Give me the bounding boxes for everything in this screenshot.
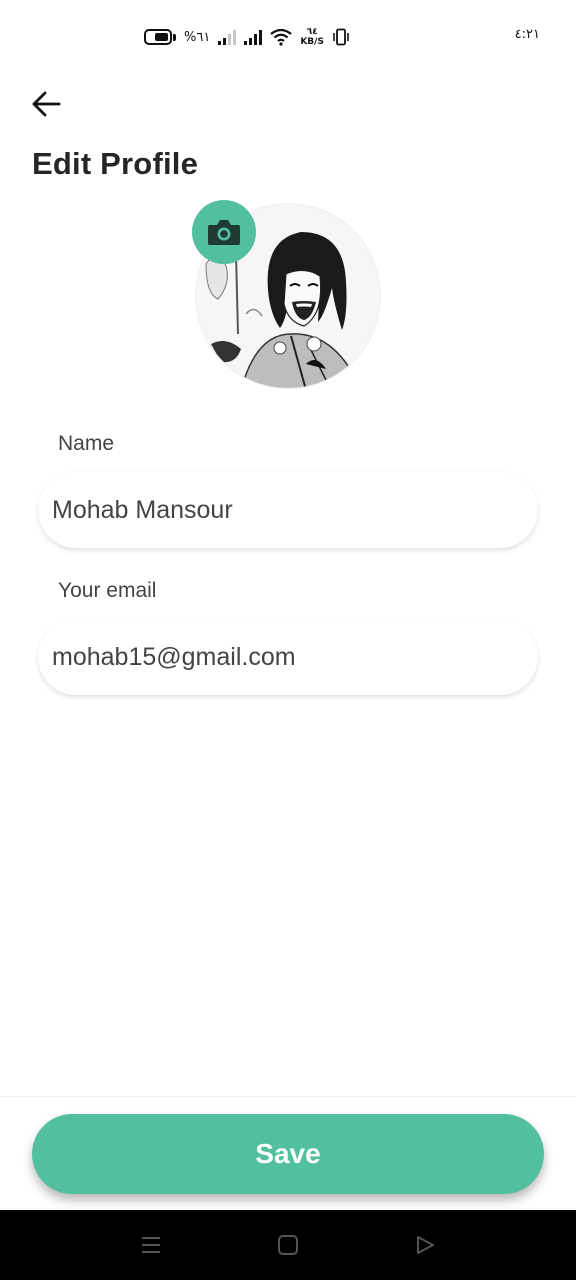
- status-time: ٤:٢١: [514, 27, 540, 42]
- menu-icon: [142, 1237, 160, 1253]
- home-nav-button[interactable]: [275, 1232, 301, 1258]
- vibrate-icon: [333, 28, 349, 46]
- status-icons: %٦١ ٦٤ KB/S: [144, 24, 350, 50]
- network-speed-unit: KB/S: [300, 37, 324, 47]
- status-bar: %٦١ ٦٤ KB/S ٤:٢١: [0, 0, 576, 72]
- network-speed-value: ٦٤: [306, 27, 318, 37]
- system-navigation-bar: [0, 1210, 576, 1280]
- battery-percent: %٦١: [184, 29, 211, 45]
- back-triangle-icon: [417, 1236, 434, 1254]
- change-photo-button[interactable]: [192, 200, 256, 264]
- back-button[interactable]: [26, 84, 66, 124]
- menu-nav-button[interactable]: [138, 1232, 164, 1258]
- email-input[interactable]: [52, 642, 538, 672]
- home-square-icon: [278, 1235, 298, 1255]
- signal-icon-1: [218, 29, 237, 45]
- network-speed: ٦٤ KB/S: [300, 27, 324, 47]
- back-nav-button[interactable]: [412, 1232, 438, 1258]
- edit-profile-screen: %٦١ ٦٤ KB/S ٤:٢١ Edit Profile Name Mohab…: [0, 0, 576, 1280]
- email-field-container: [38, 619, 538, 695]
- name-label: Name: [58, 432, 115, 455]
- name-field-container: [38, 472, 538, 548]
- page-title: Edit Profile: [32, 146, 199, 181]
- signal-icon-2: [244, 29, 263, 45]
- camera-icon: [208, 220, 240, 245]
- name-input[interactable]: [52, 495, 538, 525]
- email-label: Your email: [58, 579, 157, 602]
- wifi-icon: [270, 28, 293, 46]
- battery-icon: [144, 29, 176, 45]
- save-button-label: Save: [255, 1138, 321, 1169]
- bottom-divider: [0, 1096, 576, 1097]
- save-button[interactable]: Save: [32, 1114, 544, 1194]
- arrow-left-icon: [32, 91, 61, 117]
